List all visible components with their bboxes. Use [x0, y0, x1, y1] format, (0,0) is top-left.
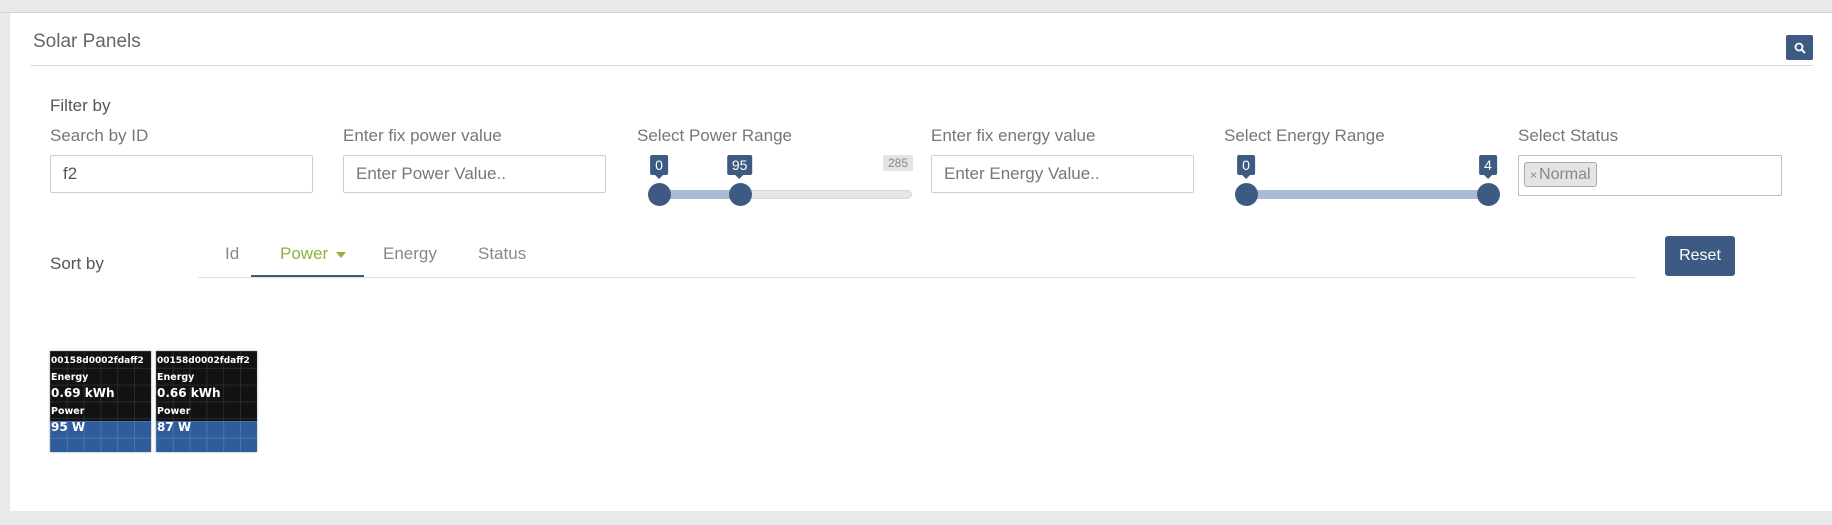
search-id-input[interactable]: f2 [50, 155, 313, 193]
sort-tabs: Id Power Energy Status [198, 235, 1636, 278]
power-range-fill [659, 190, 740, 199]
solar-panels-card: Solar Panels Filter by Search by ID f2 E… [10, 13, 1832, 511]
window-top-border [0, 0, 1832, 13]
page-title: Solar Panels [33, 31, 141, 52]
energy-range-min-badge: 0 [1237, 155, 1255, 179]
panel-energy-label: Energy [157, 372, 195, 383]
panel-energy-label: Energy [51, 372, 89, 383]
energy-range-max-badge: 4 [1479, 155, 1497, 179]
fix-energy-input[interactable]: Enter Energy Value.. [931, 155, 1194, 193]
energy-range-slider[interactable]: 0 4 [1235, 155, 1500, 206]
search-icon [1794, 42, 1806, 54]
status-label: Select Status [1518, 126, 1619, 145]
power-range-min-handle[interactable] [648, 183, 671, 206]
energy-range-max-handle[interactable] [1477, 183, 1500, 206]
status-select[interactable]: × Normal [1518, 155, 1782, 196]
status-tag-normal[interactable]: × Normal [1524, 162, 1597, 187]
caret-down-icon [336, 251, 347, 258]
tab-power-label: Power [280, 244, 329, 263]
panel-id: 00158d0002fdaff2 [51, 356, 144, 366]
energy-range-label: Select Energy Range [1224, 126, 1385, 145]
panel-power-label: Power [157, 406, 191, 417]
tab-power[interactable]: Power [280, 244, 347, 264]
fix-power-label: Enter fix power value [343, 126, 502, 145]
fix-power-input[interactable]: Enter Power Value.. [343, 155, 606, 193]
power-range-max-handle[interactable] [728, 183, 752, 206]
power-range-min-badge: 0 [650, 155, 668, 179]
power-range-max-badge: 285 [882, 155, 914, 171]
panel-power-value: 87 W [157, 420, 192, 434]
solar-panel-tile[interactable]: 00158d0002fdaff2 Energy 0.69 kWh Power 9… [50, 351, 151, 452]
reset-button[interactable]: Reset [1665, 236, 1735, 276]
panel-energy-value: 0.66 kWh [157, 386, 221, 400]
active-tab-indicator [251, 275, 364, 277]
remove-tag-icon[interactable]: × [1530, 168, 1537, 182]
search-button[interactable] [1786, 35, 1813, 60]
tab-energy[interactable]: Energy [383, 244, 437, 264]
panel-id: 00158d0002fdaff2 [157, 356, 250, 366]
power-range-slider[interactable]: 0 95 285 [648, 155, 914, 206]
status-tag-label: Normal [1539, 166, 1591, 183]
power-range-value-badge: 95 [726, 155, 753, 179]
filter-heading: Filter by [50, 96, 111, 115]
sort-label: Sort by [50, 254, 104, 273]
energy-range-min-handle[interactable] [1235, 183, 1258, 206]
solar-panel-tile[interactable]: 00158d0002fdaff2 Energy 0.66 kWh Power 8… [156, 351, 257, 452]
energy-range-fill [1246, 190, 1488, 199]
power-range-label: Select Power Range [637, 126, 792, 145]
panel-power-label: Power [51, 406, 85, 417]
tab-status[interactable]: Status [478, 244, 526, 264]
panel-energy-value: 0.69 kWh [51, 386, 115, 400]
search-id-label: Search by ID [50, 126, 149, 145]
fix-energy-label: Enter fix energy value [931, 126, 1096, 145]
tab-id[interactable]: Id [225, 244, 239, 264]
panel-power-value: 95 W [51, 420, 86, 434]
card-header: Solar Panels [30, 13, 1813, 66]
